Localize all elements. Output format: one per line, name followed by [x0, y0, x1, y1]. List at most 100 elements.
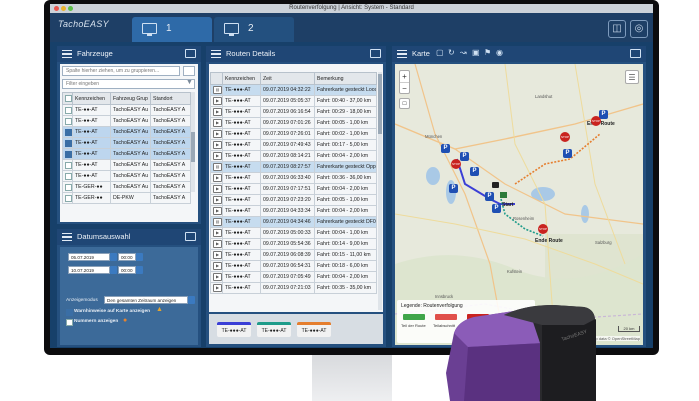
hamburger-icon[interactable] [62, 50, 72, 58]
route-row[interactable]: ▶ TE-●●●-AT 09.07.2019 07:49:43 Fahrt: 00:1… [210, 139, 377, 151]
column-header[interactable]: Zeit [260, 72, 315, 85]
play-icon[interactable]: ▶ [213, 262, 222, 270]
fullscreen-icon[interactable]: □ [399, 98, 410, 109]
route-row[interactable]: ▶ TE-●●●-AT 09.07.2019 05:54:36 Fahrt: 00:1… [210, 238, 377, 250]
play-icon[interactable]: ▶ [213, 207, 222, 215]
reload-icon[interactable]: ↻ [448, 48, 455, 57]
column-chooser-icon[interactable] [183, 66, 195, 76]
vehicle-filter-input[interactable]: Filter eingeben [62, 79, 195, 89]
route-row[interactable]: ▶ TE-●●●-AT 09.07.2019 07:23:20 Fahrt: 00:0… [210, 194, 377, 206]
column-header[interactable]: Bemerkung [314, 72, 377, 85]
play-icon[interactable]: ▶ [213, 196, 222, 204]
route-row[interactable]: ▤ TE-●●●-AT 09.07.2019 04:32:22 Fahrerkarte… [210, 84, 377, 96]
from-time-field[interactable]: 00:00 [118, 253, 136, 261]
from-date-field[interactable]: 05.07.2019 [68, 253, 110, 261]
group-drop-zone[interactable]: Spalte hierher ziehen, um zu gruppieren.… [62, 66, 180, 76]
vehicle-row[interactable]: TE-●●-AT TachoEASY Au TachoEASY A [62, 170, 191, 182]
clock-icon[interactable] [136, 253, 143, 261]
book-icon[interactable]: ◫ [608, 20, 626, 38]
flag-icon[interactable]: ⚑ [484, 48, 491, 57]
vehicle-row[interactable]: TE-●●-AT TachoEASY Au TachoEASY A [62, 159, 191, 171]
truck-icon[interactable] [492, 182, 499, 188]
vehicle-checkbox[interactable] [62, 181, 73, 193]
route-row[interactable]: ▤ TE-●●●-AT 09.07.2019 08:27:57 Fahrerkarte… [210, 161, 377, 173]
play-icon[interactable]: ▶ [213, 185, 222, 193]
play-icon[interactable]: ▶ [213, 108, 222, 116]
route-row[interactable]: ▶ TE-●●●-AT 09.07.2019 08:14:21 Fahrt: 00:0… [210, 150, 377, 162]
column-header[interactable] [210, 72, 223, 85]
vehicle-row[interactable]: TE-●●-AT TachoEASY Au TachoEASY A [62, 126, 191, 138]
calendar-icon[interactable] [110, 266, 117, 274]
route-row[interactable]: ▶ TE-●●●-AT 09.07.2019 06:08:39 Fahrt: 00:1… [210, 249, 377, 261]
play-icon[interactable]: ▶ [213, 273, 222, 281]
column-header[interactable]: Standort [150, 92, 191, 105]
display-mode-select[interactable]: Den gesamten Zeitraum anzeigen [104, 296, 188, 304]
vehicle-row[interactable]: TE-●●-AT TachoEASY Au TachoEASY A [62, 148, 191, 160]
play-icon[interactable]: ▶ [213, 97, 222, 105]
vehicle-row[interactable]: TE-GER-●● TachoEASY Au TachoEASY A [62, 181, 191, 193]
play-icon[interactable]: ▶ [213, 152, 222, 160]
column-header[interactable]: Kennzeichen [222, 72, 261, 85]
stop-marker[interactable]: STOP [451, 159, 461, 169]
parking-marker[interactable]: P [563, 149, 572, 158]
vehicle-checkbox[interactable] [62, 137, 73, 149]
route-row[interactable]: ▶ TE-●●●-AT 09.07.2019 05:00:33 Fahrt: 00:0… [210, 227, 377, 239]
parking-marker[interactable]: P [449, 184, 458, 193]
vehicle-checkbox[interactable] [62, 170, 73, 182]
vehicle-checkbox[interactable] [62, 148, 73, 160]
route-row[interactable]: ▶ TE-●●●-AT 09.07.2019 07:21:03 Fahrt: 00:3… [210, 282, 377, 294]
zoom-in-icon[interactable]: + [400, 71, 409, 82]
parking-marker[interactable]: P [492, 204, 501, 213]
hamburger-icon[interactable] [62, 233, 72, 241]
parking-marker[interactable]: P [485, 192, 494, 201]
numbers-checkbox[interactable] [66, 319, 73, 326]
play-icon[interactable]: ▶ [213, 251, 222, 259]
eye-icon[interactable]: ◉ [496, 48, 503, 57]
route-row[interactable]: ▶ TE-●●●-AT 09.07.2019 06:54:31 Fahrt: 00:1… [210, 260, 377, 272]
hamburger-icon[interactable] [211, 50, 221, 58]
filter-icon[interactable]: ▼ [186, 79, 193, 86]
vehicle-tag[interactable]: TE-●●●-AT [257, 322, 291, 337]
route-row[interactable]: ▶ TE-●●●-AT 09.07.2019 04:33:34 Fahrt: 00:0… [210, 205, 377, 217]
vehicle-tag[interactable]: TE-●●●-AT [297, 322, 331, 337]
vehicle-checkbox[interactable] [62, 159, 73, 171]
route-row[interactable]: ▶ TE-●●●-AT 09.07.2019 05:05:37 Fahrt: 00:4… [210, 95, 377, 107]
play-icon[interactable]: ▶ [213, 229, 222, 237]
route-row[interactable]: ▶ TE-●●●-AT 09.07.2019 07:17:51 Fahrt: 00:0… [210, 183, 377, 195]
vehicle-checkbox[interactable] [62, 115, 73, 127]
zoom-out-icon[interactable]: − [400, 82, 409, 94]
stop-marker[interactable]: STOP [560, 132, 570, 142]
parking-marker[interactable]: P [470, 167, 479, 176]
route-icon[interactable]: ↝ [460, 48, 467, 57]
warn-checkbox[interactable] [66, 309, 73, 316]
vehicle-row[interactable]: TE-●●-AT TachoEASY Au TachoEASY A [62, 104, 191, 116]
vehicle-row[interactable]: TE-●●-AT TachoEASY Au TachoEASY A [62, 115, 191, 127]
chevron-down-icon[interactable] [188, 296, 195, 304]
play-icon[interactable]: ▶ [213, 174, 222, 182]
route-row[interactable]: ▶ TE-●●●-AT 09.07.2019 07:01:26 Fahrt: 00:0… [210, 117, 377, 129]
calendar-icon[interactable] [110, 253, 117, 261]
route-row[interactable]: ▶ TE-●●●-AT 09.07.2019 06:16:54 Fahrt: 00:2… [210, 106, 377, 118]
parking-marker[interactable]: P [460, 152, 469, 161]
hamburger-icon[interactable] [397, 50, 407, 58]
clock-icon[interactable] [136, 266, 143, 274]
expand-icon[interactable] [185, 49, 196, 58]
play-icon[interactable]: ▶ [213, 130, 222, 138]
truck-icon[interactable]: ▣ [472, 48, 480, 57]
route-row[interactable]: ▤ TE-●●●-AT 09.07.2019 04:34:46 Fahrerkarte… [210, 216, 377, 228]
layers-icon[interactable]: ☰ [625, 70, 639, 84]
tab-view-2[interactable]: 2 [214, 17, 294, 42]
expand-icon[interactable] [630, 49, 641, 58]
vehicles-scrollbar[interactable] [191, 92, 195, 192]
globe-icon[interactable]: ◎ [630, 20, 648, 38]
play-icon[interactable]: ▶ [213, 284, 222, 292]
vehicle-checkbox[interactable] [62, 192, 73, 204]
stop-marker[interactable]: STOP [538, 224, 548, 234]
column-header[interactable]: Kennzeichen [72, 92, 111, 105]
route-row[interactable]: ▶ TE-●●●-AT 09.07.2019 07:26:01 Fahrt: 00:0… [210, 128, 377, 140]
vehicle-tag[interactable]: TE-●●●-AT [217, 322, 251, 337]
parking-marker[interactable]: P [441, 144, 450, 153]
to-time-field[interactable]: 00:00 [118, 266, 136, 274]
to-date-field[interactable]: 10.07.2019 [68, 266, 110, 274]
route-row[interactable]: ▶ TE-●●●-AT 09.07.2019 07:05:49 Fahrt: 00:0… [210, 271, 377, 283]
